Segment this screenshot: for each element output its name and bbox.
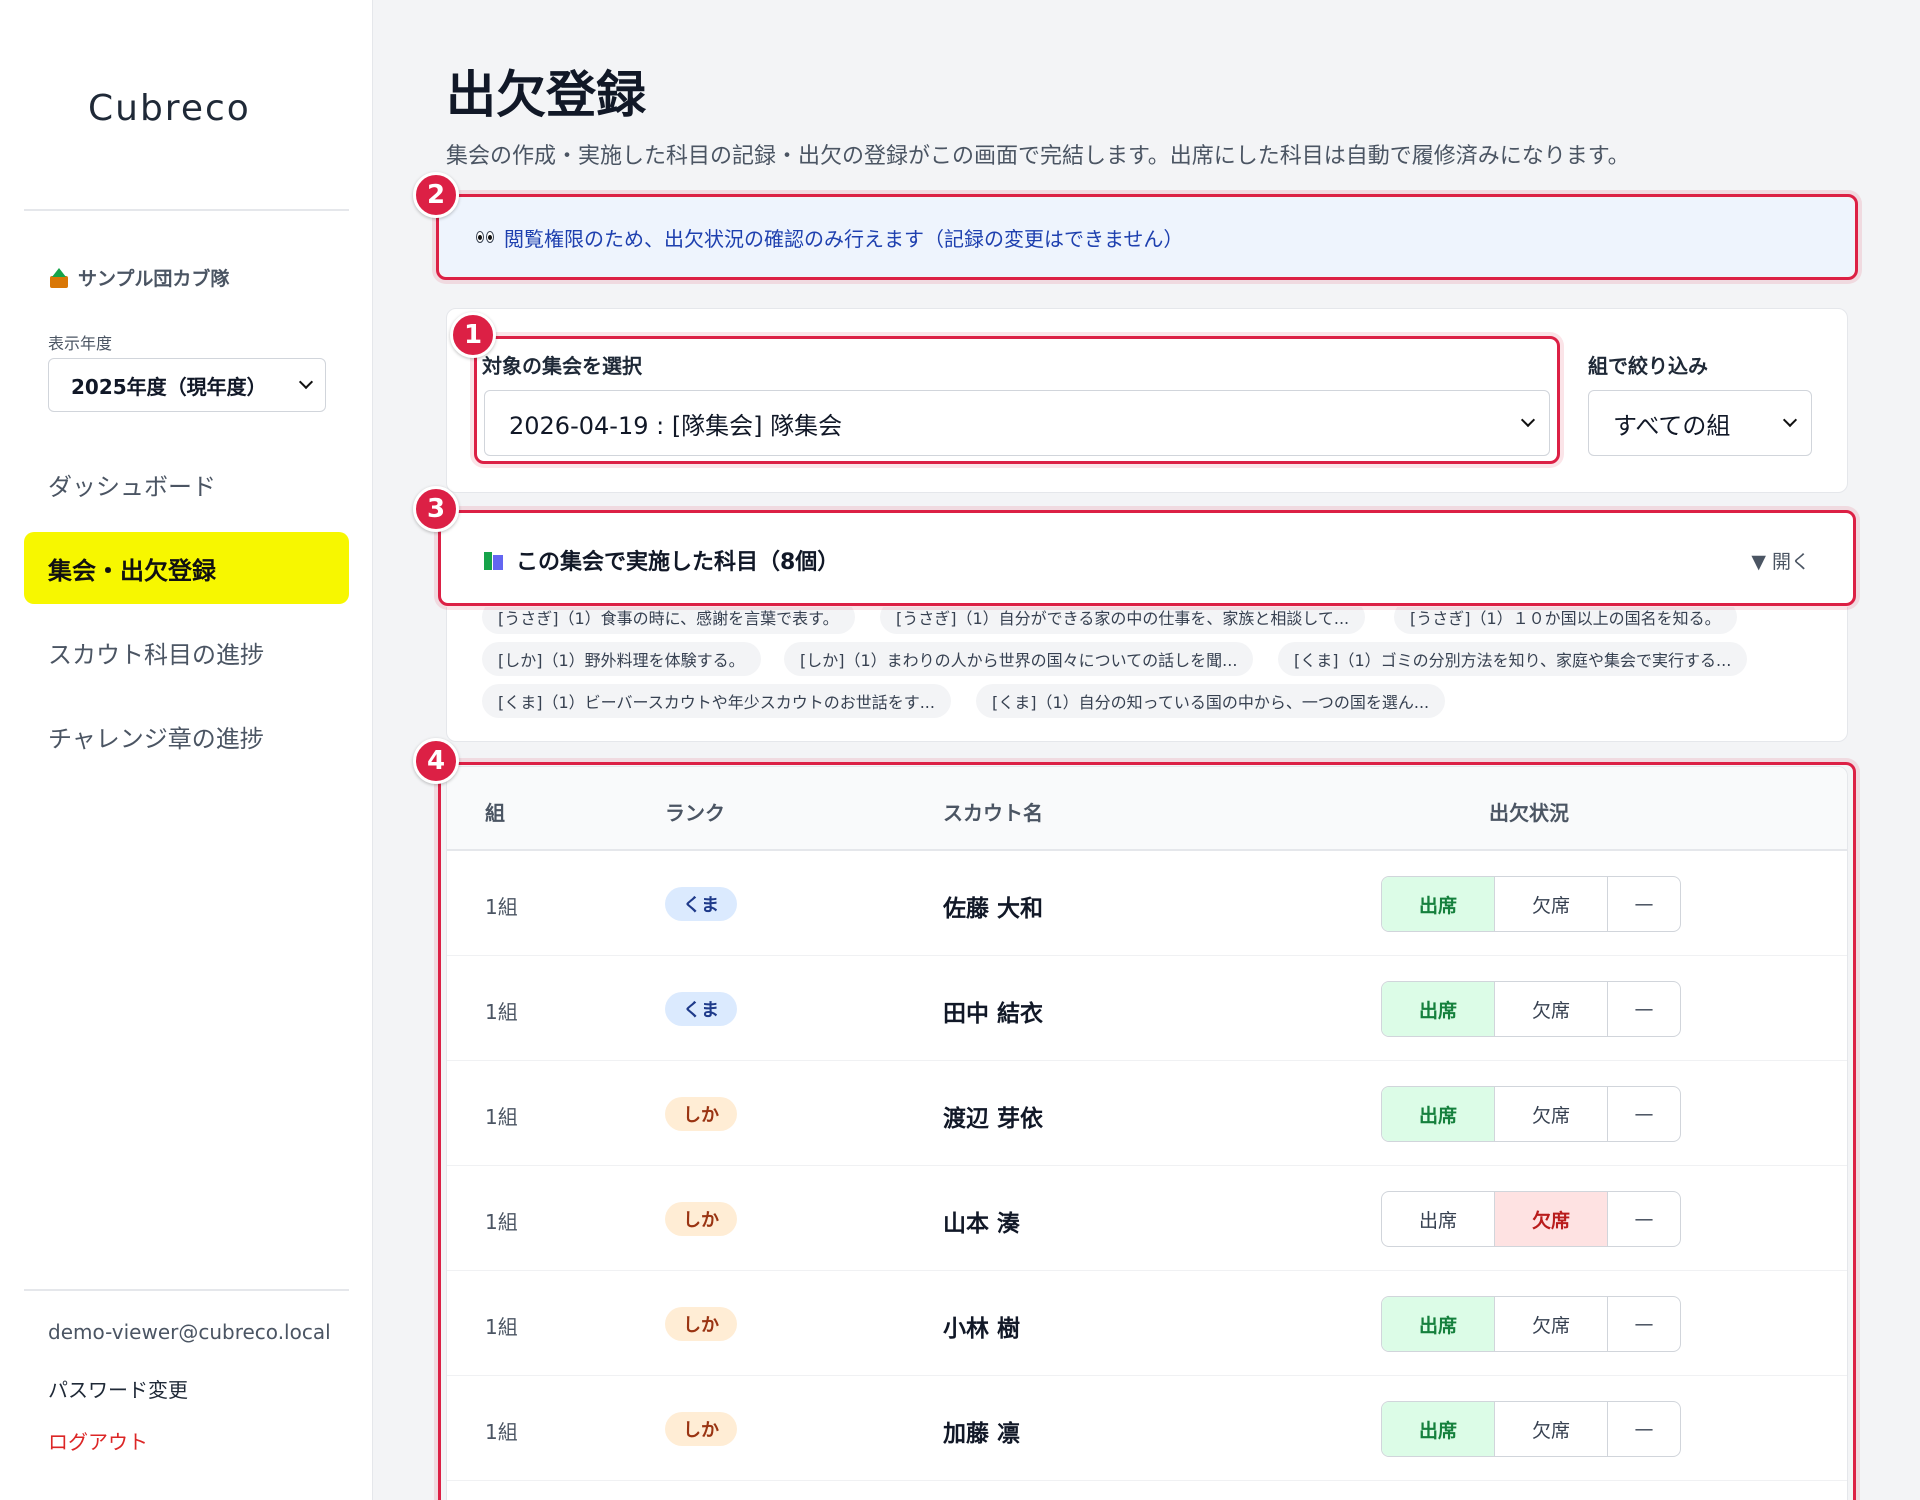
subject-tag: [くま]（1）ゴミの分別方法を知り、家庭や集会で実行する... (1278, 642, 1748, 676)
subject-tag: [しか]（1）野外料理を体験する。 (482, 642, 761, 676)
page-subtitle: 集会の作成・実施した科目の記録・出欠の登録がこの画面で完結します。出席にした科目… (446, 144, 1630, 169)
sidebar: Cubreco サンプル団カブ隊 表示年度 2025年度（現年度） ダッシュボー… (0, 0, 373, 1500)
year-label: 表示年度 (48, 334, 113, 353)
chevron-down-icon (1782, 412, 1798, 428)
page-title: 出欠登録 (446, 66, 646, 124)
callout-badge-3: 3 (413, 486, 459, 532)
troop-name-label: サンプル団カブ隊 (78, 268, 230, 290)
callout-badge-1: 1 (450, 312, 496, 358)
callout-badge-4: 4 (413, 738, 459, 784)
app-logo[interactable]: Cubreco (88, 88, 251, 129)
callout-frame-1 (474, 336, 1560, 464)
subject-tag: [くま]（1）ビーバースカウトや年少スカウトのお世話をす... (482, 684, 951, 718)
user-email: demo-viewer@cubreco.local (48, 1320, 331, 1344)
nav-item-subject-progress[interactable]: スカウト科目の進捗 (24, 616, 349, 688)
troop-name: サンプル団カブ隊 (48, 264, 229, 291)
chevron-down-icon (298, 374, 314, 390)
callout-frame-2 (436, 194, 1858, 280)
group-filter-value: すべての組 (1613, 411, 1731, 440)
sidebar-footer-divider (24, 1289, 349, 1291)
campsite-icon (48, 267, 70, 288)
logout-link[interactable]: ログアウト (48, 1426, 148, 1455)
group-filter-label: 組で絞り込み (1588, 354, 1708, 378)
nav-item-challenge-progress[interactable]: チャレンジ章の進捗 (24, 700, 349, 772)
group-filter-select[interactable]: すべての組 (1588, 390, 1812, 456)
password-change-link[interactable]: パスワード変更 (48, 1374, 188, 1403)
year-select-value: 2025年度（現年度） (71, 374, 267, 399)
nav-item-attendance[interactable]: 集会・出欠登録 (24, 532, 349, 604)
callout-frame-4 (438, 762, 1856, 1500)
subject-tag: [しか]（1）まわりの人から世界の国々についての話しを聞... (784, 642, 1254, 676)
callout-frame-3 (438, 510, 1856, 606)
subject-tag: [くま]（1）自分の知っている国の中から、一つの国を選ん... (976, 684, 1446, 718)
callout-badge-2: 2 (413, 172, 459, 218)
sidebar-divider (24, 209, 349, 211)
nav-item-dashboard[interactable]: ダッシュボード (24, 448, 349, 520)
year-select[interactable]: 2025年度（現年度） (48, 358, 326, 412)
